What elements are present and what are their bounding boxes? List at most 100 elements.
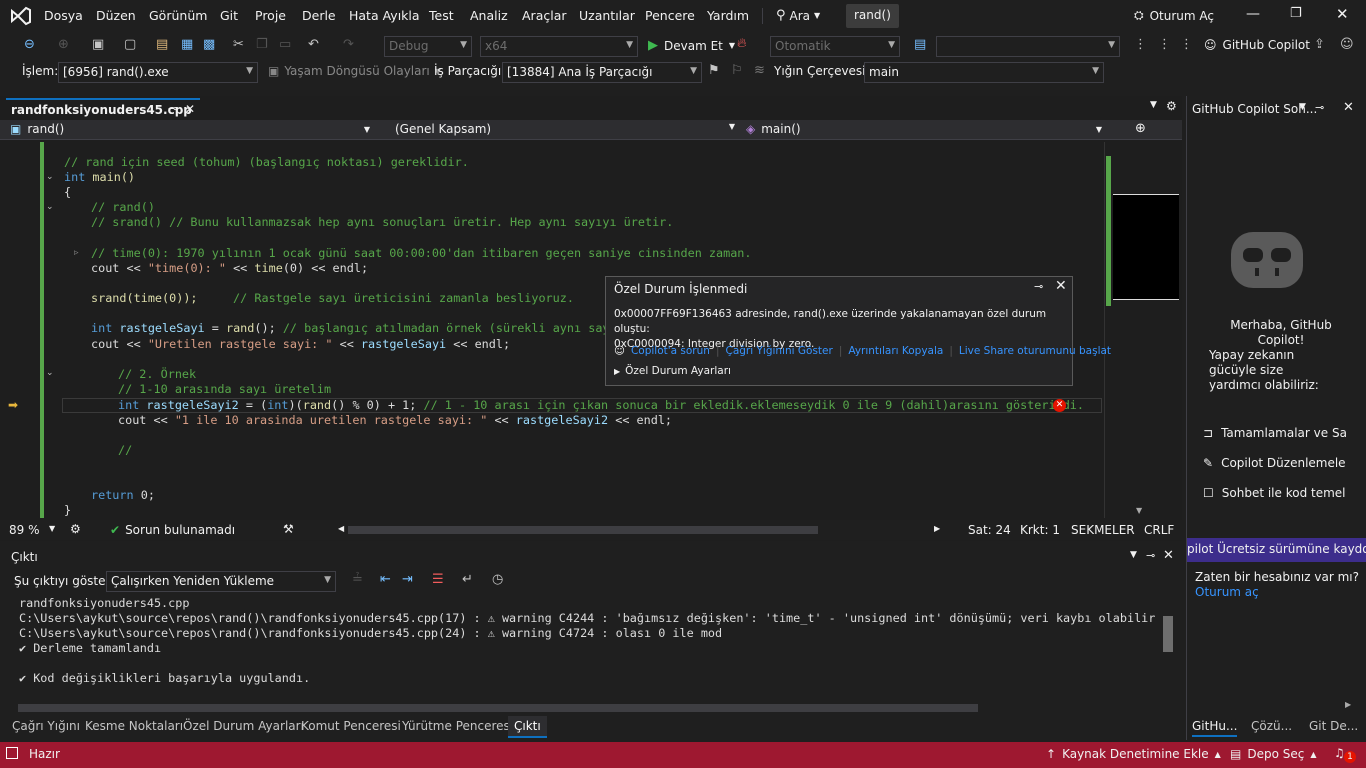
save-icon[interactable]: ▦ xyxy=(181,37,193,52)
zoom-level[interactable]: 89 % xyxy=(9,523,40,537)
prev-message-icon[interactable]: ⇤ xyxy=(380,572,391,587)
show-call-stack-link[interactable]: Çağrı Yığınını Göster xyxy=(725,345,832,357)
paste-icon[interactable]: ▭ xyxy=(279,37,291,52)
tab-output[interactable]: Çıktı xyxy=(508,716,547,738)
lifecycle-events-button[interactable]: ▣ Yaşam Döngüsü Olayları ▼ xyxy=(268,64,441,78)
feature-completions[interactable]: ⊐ Tamamlamalar ve Sa xyxy=(1203,426,1366,440)
auto-select[interactable]: Otomatik ▼ xyxy=(770,36,900,57)
redo-icon[interactable]: ↷ xyxy=(343,37,354,52)
menu-uzantilar[interactable]: Uzantılar xyxy=(579,8,635,23)
stack-icon[interactable]: ≋ xyxy=(754,63,765,78)
collapse-icon[interactable]: ⌄ xyxy=(46,172,54,182)
ask-copilot-link[interactable]: Copilot'a sorun xyxy=(631,345,710,357)
clear-all-icon[interactable]: ☰ xyxy=(432,572,444,587)
document-tab[interactable]: randfonksiyonuders45.cpp ⊸ ✕ xyxy=(6,98,200,120)
settings-icon[interactable]: ⚙ xyxy=(1166,99,1177,113)
step-icon[interactable]: ⋮ xyxy=(1158,37,1171,52)
menu-analiz[interactable]: Analiz xyxy=(470,8,508,23)
forward-icon[interactable]: ⊕ xyxy=(58,37,69,52)
copy-details-link[interactable]: Ayrıntıları Kopyala xyxy=(848,345,943,357)
close-tab-icon[interactable]: ✕ xyxy=(185,102,195,116)
scroll-right-icon[interactable]: ▶ xyxy=(934,524,940,533)
chevron-down-icon[interactable]: ▼ xyxy=(49,524,55,533)
live-share-link[interactable]: Live Share oturumunu başlat xyxy=(959,345,1111,357)
menu-hata-ayikla[interactable]: Hata Ayıkla xyxy=(349,8,420,23)
copy-icon[interactable]: ❐ xyxy=(256,37,268,52)
error-icon[interactable]: ✕ xyxy=(1053,399,1066,412)
new-item-icon[interactable]: ▣ xyxy=(92,37,104,52)
tab-immediate-window[interactable]: Yürütme Penceresi xyxy=(402,719,513,733)
minimize-icon[interactable]: — xyxy=(1246,6,1260,22)
add-item-icon[interactable]: ▢ xyxy=(124,37,136,52)
next-message-icon[interactable]: ⇥ xyxy=(402,572,413,587)
timestamp-icon[interactable]: ◷ xyxy=(492,572,503,587)
collapse-icon[interactable]: ⌄ xyxy=(46,368,54,378)
menu-araclar[interactable]: Araçlar xyxy=(522,8,567,23)
search-button[interactable]: ⚲ Ara ▼ xyxy=(776,8,820,23)
cut-icon[interactable]: ✂ xyxy=(233,37,244,52)
close-icon[interactable]: ✕ xyxy=(1163,548,1174,563)
menu-duzen[interactable]: Düzen xyxy=(96,8,136,23)
pin-icon[interactable]: ⊸ xyxy=(1315,101,1324,114)
menu-dosya[interactable]: Dosya xyxy=(44,8,83,23)
browse-icon[interactable]: ▤ xyxy=(914,37,926,52)
collapse-icon[interactable]: ⌄ xyxy=(46,202,54,212)
find-message-icon[interactable]: ≟ xyxy=(352,572,363,587)
vs-logo-icon[interactable] xyxy=(10,6,32,26)
intellicode-icon[interactable]: ⚙ xyxy=(70,522,81,536)
feature-chat[interactable]: ☐ Sohbet ile kod temel xyxy=(1203,486,1366,500)
scroll-down-icon[interactable]: ▼ xyxy=(1136,506,1142,515)
brush-icon[interactable]: ⚒ xyxy=(283,522,294,536)
stackframe-select[interactable]: main ▼ xyxy=(864,62,1104,83)
copilot-signin-link[interactable]: Oturum aç xyxy=(1195,585,1259,599)
github-copilot-button[interactable]: ☺ GitHub Copilot xyxy=(1204,38,1310,52)
minimap-viewport[interactable] xyxy=(1113,194,1179,300)
signin-button[interactable]: ⛭ Oturum Aç xyxy=(1134,8,1214,23)
scroll-thumb[interactable] xyxy=(1163,616,1173,652)
tab-git-changes[interactable]: Git De... xyxy=(1309,719,1358,733)
menu-proje[interactable]: Proje xyxy=(255,8,286,23)
menu-gorunum[interactable]: Görünüm xyxy=(149,8,207,23)
minimap[interactable] xyxy=(1104,142,1180,518)
tab-command-window[interactable]: Komut Penceresi xyxy=(301,719,401,733)
copilot-free-banner[interactable]: pilot Ücretsiz sürümüne kaydo xyxy=(1187,538,1366,562)
tab-list-icon[interactable]: ▼ xyxy=(1150,100,1157,110)
tab-solution-explorer[interactable]: Çözü... xyxy=(1251,719,1292,733)
tab-call-stack[interactable]: Çağrı Yığını xyxy=(12,719,80,733)
menu-git[interactable]: Git xyxy=(220,8,238,23)
menu-pencere[interactable]: Pencere xyxy=(645,8,695,23)
tab-breakpoints[interactable]: Kesme Noktaları xyxy=(85,719,183,733)
split-icon[interactable]: ⊕ xyxy=(1135,121,1146,136)
scroll-right-icon[interactable]: ▶ xyxy=(1345,700,1351,709)
save-all-icon[interactable]: ▩ xyxy=(203,37,215,52)
filter-icon[interactable]: ⚐ xyxy=(731,63,743,78)
step-out-icon[interactable]: ⋮ xyxy=(1180,37,1193,52)
solution-name-badge[interactable]: rand() xyxy=(846,4,899,28)
continue-button[interactable]: ▶ Devam Et ▼ xyxy=(648,38,735,53)
close-icon[interactable]: ✕ xyxy=(1336,5,1349,23)
output-source-select[interactable]: Çalışırken Yeniden Yükleme ▼ xyxy=(106,571,336,592)
source-control-button[interactable]: ↑ Kaynak Denetimine Ekle ▲ xyxy=(1046,747,1221,761)
close-icon[interactable]: ✕ xyxy=(1055,278,1067,294)
chevron-down-icon[interactable]: ▼ xyxy=(1299,102,1306,112)
repo-select-button[interactable]: ▤ Depo Seç ▲ xyxy=(1230,747,1317,761)
close-icon[interactable]: ✕ xyxy=(1343,100,1354,115)
tab-exception-settings[interactable]: Özel Durum Ayarları xyxy=(183,719,304,733)
open-folder-icon[interactable]: ▤ xyxy=(156,37,168,52)
thread-select[interactable]: [13884] Ana İş Parçacığı ▼ xyxy=(502,62,702,83)
scope-select[interactable]: (Genel Kapsam) ▼ xyxy=(395,122,735,136)
expand-icon[interactable]: ▹ xyxy=(74,248,79,258)
member-select[interactable]: ◈ main() ▼ xyxy=(746,122,1102,136)
startup-item-select[interactable]: ▼ xyxy=(936,36,1120,57)
pin-icon[interactable]: ⊸ xyxy=(168,102,177,115)
feature-edits[interactable]: ✎ Copilot Düzenlemele xyxy=(1203,456,1366,470)
hot-reload-icon[interactable]: 🔥︎ xyxy=(737,36,747,51)
tab-github-copilot[interactable]: GitHu... xyxy=(1192,719,1238,737)
notifications-button[interactable]: ♫ 1 xyxy=(1334,746,1358,764)
line-number[interactable]: Sat: 24 xyxy=(968,523,1011,537)
flag-icon[interactable]: ⚑ xyxy=(708,63,720,78)
issues-indicator[interactable]: ✔ Sorun bulunamadı xyxy=(110,523,235,537)
scroll-left-icon[interactable]: ◀ xyxy=(338,524,344,533)
output-horizontal-scrollbar[interactable] xyxy=(18,704,978,712)
menu-derle[interactable]: Derle xyxy=(302,8,336,23)
